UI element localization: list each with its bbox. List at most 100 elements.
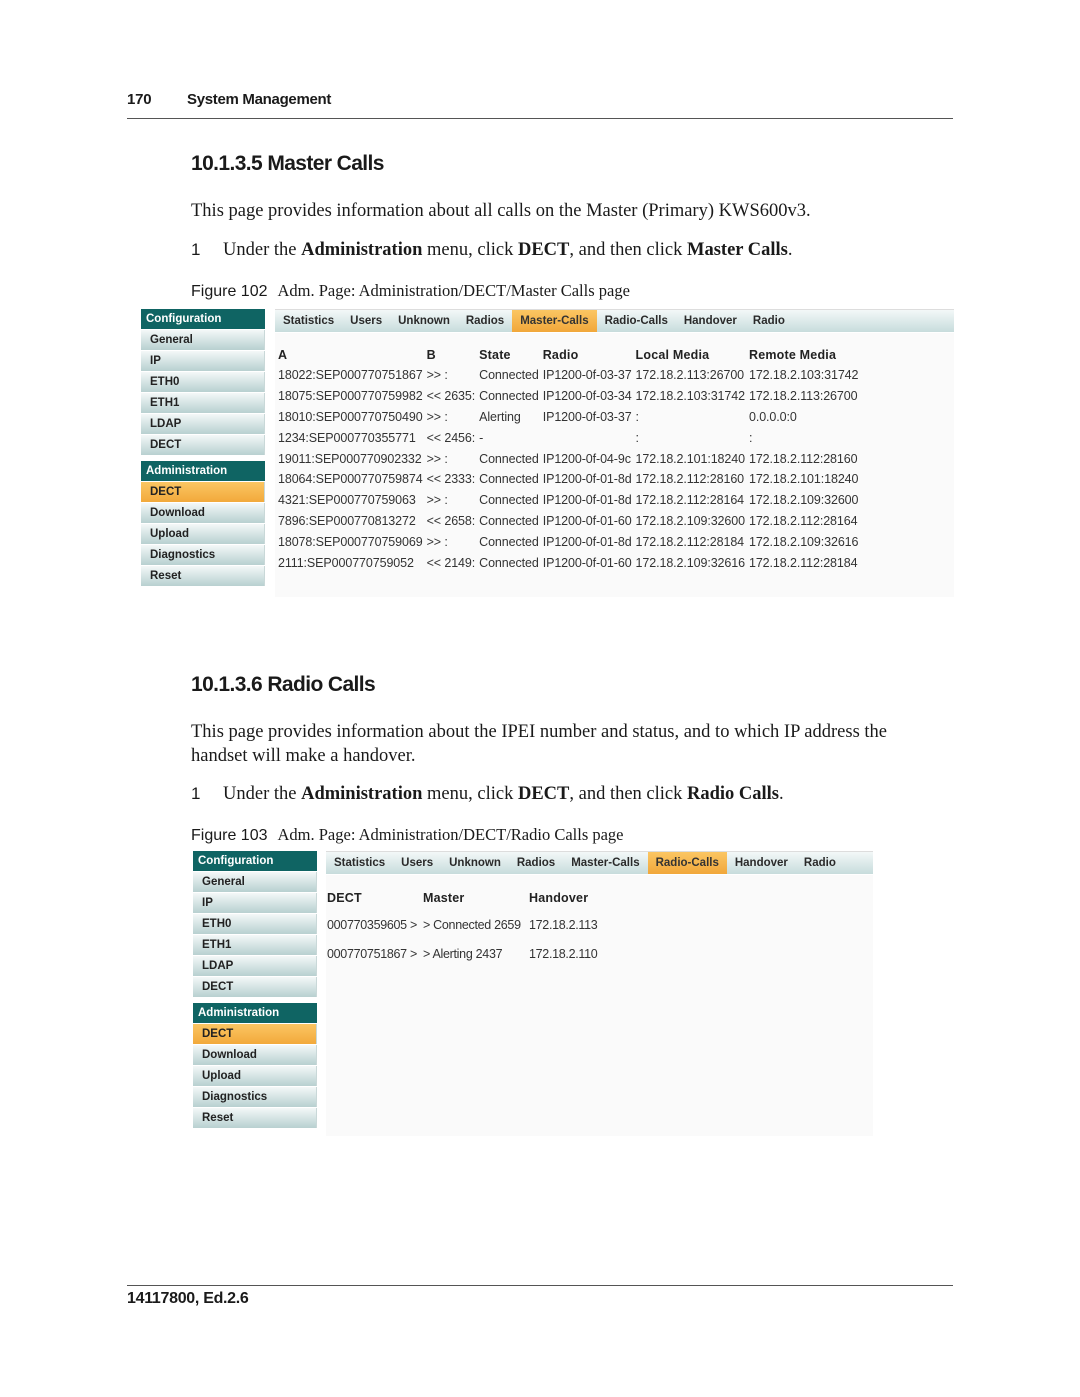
table-cell: 172.18.2.112:28164 <box>635 493 745 508</box>
sidebar-item-diagnostics[interactable]: Diagnostics <box>141 545 265 565</box>
table-cell: << 2658: <box>426 513 476 528</box>
table-cell: 172.18.2.112:28160 <box>635 472 745 487</box>
table-cell: 172.18.2.112:28184 <box>748 555 858 570</box>
sidebar-header-configuration: Configuration <box>141 309 265 329</box>
table-cell: Connected <box>479 493 539 508</box>
tab-master-calls[interactable]: Master-Calls <box>512 310 597 332</box>
tab-statistics[interactable]: Statistics <box>275 310 342 332</box>
table-cell: Connected <box>479 451 539 466</box>
table-cell: 172.18.2.110 <box>529 946 598 961</box>
column-header: DECT <box>327 891 362 905</box>
table-cell: > Connected 2659 <box>423 917 521 932</box>
table-cell: 18075:SEP000770759982 <box>278 389 423 404</box>
sidebar-item-upload[interactable]: Upload <box>141 524 265 544</box>
section-heading-master-calls: 10.1.3.5 Master Calls <box>191 152 384 175</box>
sidebar-item-ldap[interactable]: LDAP <box>193 956 317 976</box>
sidebar-item-download[interactable]: Download <box>193 1045 317 1065</box>
step-radio-calls: 1 Under the Administration menu, click DE… <box>191 784 784 805</box>
table-cell: 000770359605 > <box>327 917 417 932</box>
tab-unknown[interactable]: Unknown <box>390 310 458 332</box>
sidebar-item-reset[interactable]: Reset <box>141 566 265 586</box>
table-cell: > Alerting 2437 <box>423 946 503 961</box>
table-cell: 172.18.2.113 <box>529 917 598 932</box>
sidebar-item-ldap[interactable]: LDAP <box>141 414 265 434</box>
page-number: 170 <box>127 91 152 108</box>
figure-label: Figure 103 <box>191 827 268 844</box>
sidebar-item-eth0[interactable]: ETH0 <box>141 372 265 392</box>
column-header: Remote Media <box>748 347 837 362</box>
table-cell: : <box>748 430 753 445</box>
step-number: 1 <box>191 784 201 803</box>
figure-caption-text: Adm. Page: Administration/DECT/Radio Cal… <box>277 825 624 844</box>
figure-caption-102: Figure 102 Adm. Page: Administration/DECT… <box>191 281 630 301</box>
table-cell: << 2333: <box>426 472 476 487</box>
table-cell: IP1200-0f-03-34 <box>542 389 632 404</box>
tab-bar: Statistics Users Unknown Radios Master-C… <box>275 309 954 332</box>
tab-radio-calls[interactable]: Radio-Calls <box>647 852 727 874</box>
tab-users[interactable]: Users <box>393 852 441 874</box>
sidebar-item-diagnostics[interactable]: Diagnostics <box>193 1087 317 1107</box>
step-bold-page: Master Calls <box>687 240 788 260</box>
tab-radio[interactable]: Radio <box>745 310 793 332</box>
tab-radio[interactable]: Radio <box>796 852 844 874</box>
table-row: 19011:SEP000770902332 >> : Connected IP1200… <box>278 448 862 469</box>
table-row: 18064:SEP000770759874 << 2333: Connected IP… <box>278 469 862 490</box>
step-number: 1 <box>191 240 201 259</box>
figure-caption-103: Figure 103 Adm. Page: Administration/DECT… <box>191 825 624 845</box>
section-heading-radio-calls: 10.1.3.6 Radio Calls <box>191 673 376 696</box>
tab-radios[interactable]: Radios <box>509 852 563 874</box>
tab-users[interactable]: Users <box>342 310 390 332</box>
tab-handover[interactable]: Handover <box>676 310 745 332</box>
table-cell: >> : <box>426 493 448 508</box>
step-bold-item: DECT <box>517 784 570 804</box>
step-text: , and then click <box>569 240 687 260</box>
tab-unknown[interactable]: Unknown <box>441 852 509 874</box>
column-header: B <box>426 347 436 362</box>
tab-handover[interactable]: Handover <box>727 852 796 874</box>
table-cell: 18022:SEP000770751867 <box>278 368 423 383</box>
section-intro-master-calls: This page provides information about all… <box>191 201 811 221</box>
table-cell <box>543 427 636 448</box>
sidebar-item-dect-config[interactable]: DECT <box>193 977 317 997</box>
radio-calls-table: DECT Master Handover 000770359605 > > Conne… <box>327 886 615 968</box>
step-text: . <box>779 784 784 804</box>
table-cell: 7896:SEP000770813272 <box>278 513 416 528</box>
footer-doc-id: 14117800, Ed.2.6 <box>127 1290 249 1307</box>
table-cell: 4321:SEP000770759063 <box>278 493 416 508</box>
table-cell: 2111:SEP000770759052 <box>278 555 414 570</box>
column-header: A <box>278 347 288 362</box>
tab-statistics[interactable]: Statistics <box>326 852 393 874</box>
sidebar-item-download[interactable]: Download <box>141 503 265 523</box>
tab-master-calls[interactable]: Master-Calls <box>563 852 647 874</box>
table-cell: IP1200-0f-01-60 <box>542 555 632 570</box>
table-cell: 172.18.2.103:31742 <box>748 368 859 383</box>
step-text: . <box>787 240 793 260</box>
sidebar: Configuration General IP ETH0 ETH1 LDAP … <box>141 309 265 586</box>
sidebar-item-reset[interactable]: Reset <box>193 1108 317 1128</box>
sidebar-item-dect-admin[interactable]: DECT <box>141 482 265 502</box>
sidebar-item-eth0[interactable]: ETH0 <box>193 914 317 934</box>
sidebar-item-ip[interactable]: IP <box>141 351 265 371</box>
column-header: State <box>479 347 511 362</box>
table-cell: Connected <box>479 534 539 549</box>
column-header: Master <box>423 891 465 905</box>
table-cell: >> : <box>426 451 448 466</box>
table-cell: IP1200-0f-01-8d <box>542 493 632 508</box>
sidebar-item-dect-admin[interactable]: DECT <box>193 1024 317 1044</box>
sidebar-item-general[interactable]: General <box>193 872 317 892</box>
sidebar-item-eth1[interactable]: ETH1 <box>141 393 265 413</box>
tab-radios[interactable]: Radios <box>458 310 512 332</box>
sidebar-item-general[interactable]: General <box>141 330 265 350</box>
table-row: 18022:SEP000770751867 >> : Connected IP1200… <box>278 365 862 386</box>
table-cell: Connected <box>479 472 539 487</box>
tab-radio-calls[interactable]: Radio-Calls <box>597 310 676 332</box>
sidebar: Configuration General IP ETH0 ETH1 LDAP … <box>193 851 317 1128</box>
sidebar-item-eth1[interactable]: ETH1 <box>193 935 317 955</box>
tab-bar: Statistics Users Unknown Radios Master-C… <box>326 851 873 874</box>
sidebar-item-upload[interactable]: Upload <box>193 1066 317 1086</box>
sidebar-item-ip[interactable]: IP <box>193 893 317 913</box>
table-cell: 172.18.2.112:28160 <box>748 451 858 466</box>
table-cell: >> : <box>426 534 448 549</box>
sidebar-item-dect-config[interactable]: DECT <box>141 435 265 455</box>
table-cell: Alerting <box>479 409 521 424</box>
